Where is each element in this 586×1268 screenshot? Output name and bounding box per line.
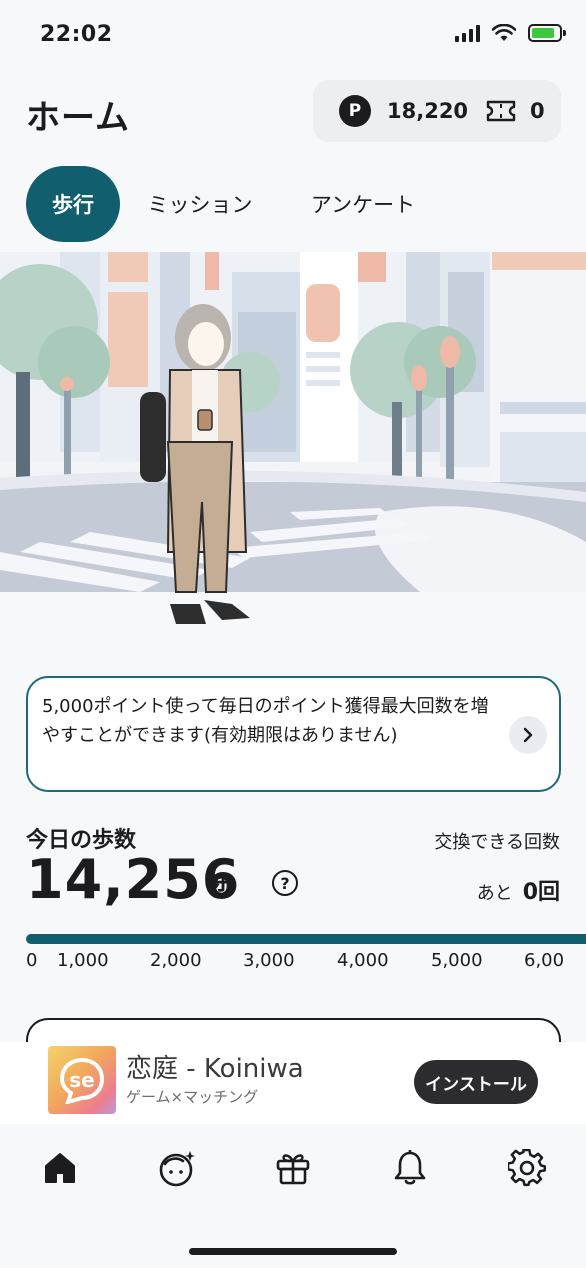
remaining-count: 0回 bbox=[522, 880, 560, 905]
progress-ticks: 0 1,000 2,000 3,000 4,000 5,000 6,00 bbox=[0, 950, 586, 976]
svg-text:se: se bbox=[69, 1068, 94, 1092]
remaining-exchanges: あと 0回 bbox=[477, 874, 560, 906]
ad-banner[interactable]: se 恋庭 - Koiniwa ゲーム×マッチング インストール bbox=[0, 1042, 586, 1124]
upgrade-banner[interactable]: 5,000ポイント使って毎日のポイント獲得最大回数を増やすことができます(有効期… bbox=[26, 676, 561, 792]
signal-icon bbox=[455, 24, 480, 42]
chevron-right-icon[interactable] bbox=[509, 716, 547, 754]
wifi-icon bbox=[492, 24, 516, 41]
exchange-count-label: 交換できる回数 bbox=[434, 832, 560, 853]
steps-unit: 歩 bbox=[210, 872, 237, 902]
tick-label: 5,000 bbox=[431, 950, 483, 971]
gift-icon[interactable] bbox=[263, 1138, 323, 1198]
steps-value: 14,256 bbox=[26, 848, 241, 911]
steps-progress-bar bbox=[26, 934, 586, 944]
home-icon[interactable] bbox=[30, 1138, 90, 1198]
tick-label: 4,000 bbox=[337, 950, 389, 971]
status-time: 22:02 bbox=[40, 22, 113, 47]
bell-icon[interactable] bbox=[380, 1138, 440, 1198]
ad-subtitle: ゲーム×マッチング bbox=[126, 1088, 259, 1106]
steps-progress-fill bbox=[26, 934, 586, 944]
tab-surveys[interactable]: アンケート bbox=[308, 166, 418, 242]
face-sparkle-icon[interactable] bbox=[147, 1138, 207, 1198]
tick-label: 3,000 bbox=[243, 950, 295, 971]
install-button[interactable]: インストール bbox=[414, 1060, 538, 1104]
points-icon: P bbox=[339, 95, 371, 127]
status-bar: 22:02 bbox=[0, 0, 586, 70]
points-balance[interactable]: P 18,220 0 bbox=[313, 80, 561, 142]
tick-label: 0 bbox=[26, 950, 38, 971]
ad-title: 恋庭 - Koiniwa bbox=[126, 1054, 304, 1084]
tab-bar: 歩行 ミッション アンケート bbox=[26, 166, 418, 242]
bottom-nav bbox=[0, 1124, 586, 1268]
help-icon[interactable]: ? bbox=[272, 870, 298, 896]
tick-label: 1,000 bbox=[57, 950, 109, 971]
battery-icon bbox=[528, 24, 566, 42]
banner-text: 5,000ポイント使って毎日のポイント獲得最大回数を増やすことができます(有効期… bbox=[42, 696, 489, 746]
app-icon: se bbox=[48, 1046, 116, 1114]
points-value: 18,220 bbox=[387, 99, 469, 123]
tick-label: 6,00 bbox=[524, 950, 565, 971]
home-screen: 22:02 ホーム P 18,220 0 歩行 ミッション アンケート 5,00… bbox=[0, 0, 586, 1268]
gear-icon[interactable] bbox=[497, 1138, 557, 1198]
tick-label: 2,000 bbox=[150, 950, 202, 971]
tab-missions[interactable]: ミッション bbox=[144, 166, 256, 242]
remaining-prefix: あと bbox=[476, 883, 513, 904]
page-title: ホーム bbox=[26, 98, 130, 138]
ticket-icon bbox=[486, 100, 516, 122]
tab-walking[interactable]: 歩行 bbox=[26, 166, 120, 242]
status-icons bbox=[455, 24, 566, 42]
walking-illustration bbox=[0, 252, 586, 624]
home-indicator[interactable] bbox=[189, 1248, 397, 1255]
tickets-value: 0 bbox=[530, 99, 545, 123]
